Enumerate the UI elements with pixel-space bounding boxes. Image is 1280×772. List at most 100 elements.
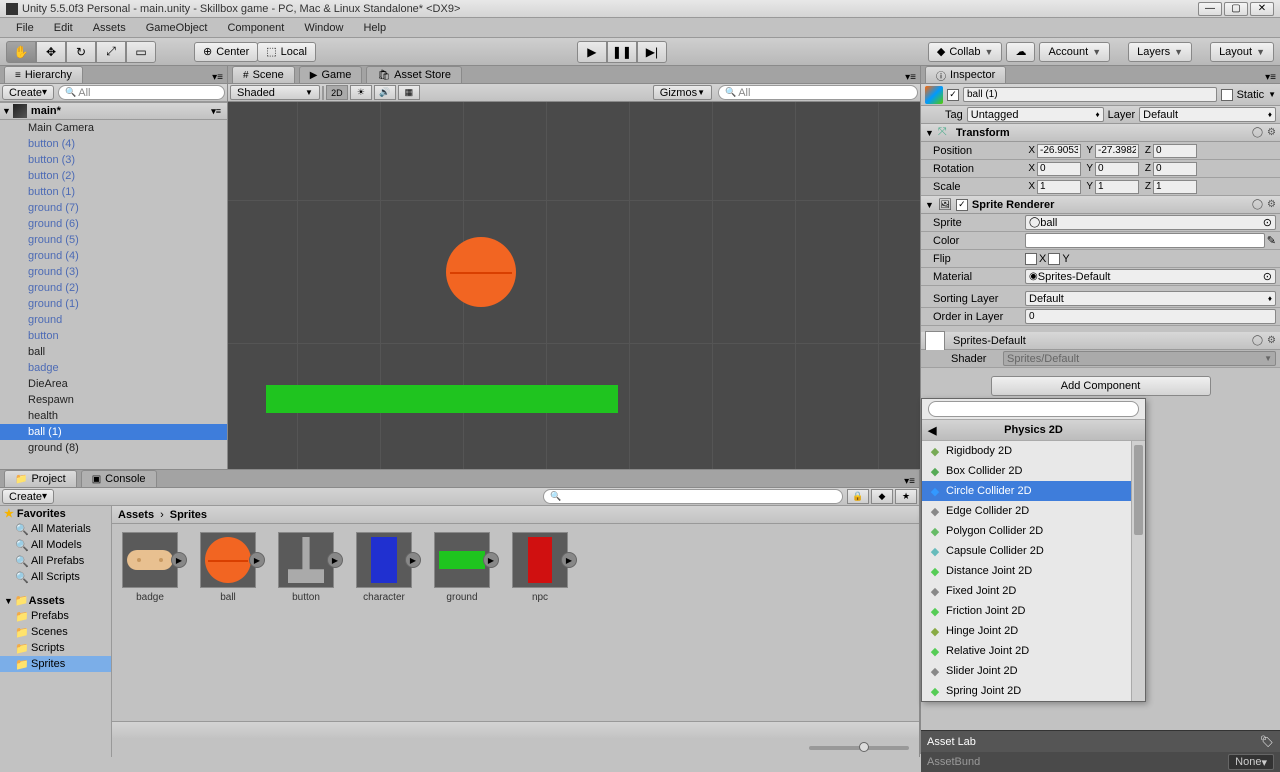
menu-help[interactable]: Help — [353, 22, 396, 34]
scale-tool[interactable]: ⤢ — [96, 41, 126, 63]
rect-tool[interactable]: ▭ — [126, 41, 156, 63]
tab-game[interactable]: ▶Game — [299, 66, 363, 83]
hierarchy-item[interactable]: Main Camera — [0, 120, 227, 136]
component-menu-item[interactable]: ◆Fixed Joint 2D — [922, 581, 1145, 601]
scene-header[interactable]: ▼ main* ▾≡ — [0, 102, 227, 120]
pos-x[interactable] — [1037, 144, 1081, 158]
gizmos-dropdown[interactable]: Gizmos ▼ — [653, 85, 712, 100]
close-button[interactable]: ✕ — [1250, 2, 1274, 16]
space-toggle[interactable]: ⬚ Local — [257, 42, 316, 62]
shader-dropdown[interactable]: Sprites/Default▼ — [1003, 351, 1276, 366]
layout-dropdown[interactable]: Layout ▼ — [1210, 42, 1274, 62]
component-menu-item[interactable]: ◆Polygon Collider 2D — [922, 521, 1145, 541]
static-checkbox[interactable] — [1221, 89, 1233, 101]
dropdown-scrollbar[interactable] — [1131, 441, 1145, 701]
material-help[interactable]: ◯ — [1252, 335, 1263, 346]
component-menu-item[interactable]: ◆Slider Joint 2D — [922, 661, 1145, 681]
project-search[interactable] — [543, 489, 843, 504]
tag-dropdown[interactable]: Untagged♦ — [967, 107, 1104, 122]
scale-y[interactable] — [1095, 180, 1139, 194]
pivot-toggle[interactable]: ⊕ Center — [194, 42, 258, 62]
tab-inspector[interactable]: ⓘInspector — [925, 66, 1006, 83]
component-menu-item[interactable]: ◆Circle Collider 2D — [922, 481, 1145, 501]
folder-item[interactable]: 📁Scripts — [0, 640, 111, 656]
eyedropper-icon[interactable]: ✎ — [1267, 234, 1276, 247]
component-menu-item[interactable]: ◆Spring Joint 2D — [922, 681, 1145, 701]
play-button[interactable]: ▶ — [577, 41, 607, 63]
favorite-item[interactable]: 🔍All Materials — [0, 521, 111, 537]
step-button[interactable]: ▶| — [637, 41, 667, 63]
material-settings[interactable]: ⚙ — [1267, 335, 1276, 346]
component-menu-item[interactable]: ◆Edge Collider 2D — [922, 501, 1145, 521]
component-menu-item[interactable]: ◆Rigidbody 2D — [922, 441, 1145, 461]
hierarchy-item[interactable]: button — [0, 328, 227, 344]
component-menu-item[interactable]: ◆Relative Joint 2D — [922, 641, 1145, 661]
add-component-button[interactable]: Add Component — [991, 376, 1211, 396]
scale-x[interactable] — [1037, 180, 1081, 194]
sr-settings[interactable]: ⚙ — [1267, 199, 1276, 210]
hierarchy-search[interactable]: All — [58, 85, 225, 100]
asset-item[interactable]: ▶badge — [120, 532, 180, 713]
asset-item[interactable]: ▶character — [354, 532, 414, 713]
hierarchy-options[interactable]: ▾≡ — [212, 72, 223, 83]
dropdown-back[interactable]: ◀ — [928, 424, 936, 437]
hierarchy-item[interactable]: ground (7) — [0, 200, 227, 216]
search-filter-2[interactable]: ◆ — [871, 489, 893, 504]
inspector-options[interactable]: ▾≡ — [1265, 72, 1276, 83]
2d-toggle[interactable]: 2D — [326, 85, 348, 100]
hierarchy-item[interactable]: ground (1) — [0, 296, 227, 312]
move-tool[interactable]: ✥ — [36, 41, 66, 63]
scale-z[interactable] — [1153, 180, 1197, 194]
gameobject-name[interactable] — [963, 87, 1217, 102]
hierarchy-item[interactable]: DieArea — [0, 376, 227, 392]
static-dropdown[interactable]: ▼ — [1268, 90, 1276, 99]
maximize-button[interactable]: ▢ — [1224, 2, 1248, 16]
hierarchy-item[interactable]: button (3) — [0, 152, 227, 168]
hierarchy-item[interactable]: button (4) — [0, 136, 227, 152]
minimize-button[interactable]: — — [1198, 2, 1222, 16]
menu-gameobject[interactable]: GameObject — [136, 22, 218, 34]
hierarchy-item[interactable]: ball — [0, 344, 227, 360]
hierarchy-item[interactable]: ground (4) — [0, 248, 227, 264]
active-checkbox[interactable]: ✓ — [947, 89, 959, 101]
hierarchy-item[interactable]: ground (6) — [0, 216, 227, 232]
hierarchy-item[interactable]: Respawn — [0, 392, 227, 408]
transform-fold[interactable]: ▼ — [925, 128, 934, 138]
breadcrumb-sprites[interactable]: Sprites — [170, 509, 207, 521]
rot-x[interactable] — [1037, 162, 1081, 176]
draw-mode-dropdown[interactable]: Shaded ▼ — [230, 85, 320, 100]
cloud-button[interactable]: ☁ — [1006, 42, 1035, 62]
folder-item[interactable]: 📁Sprites — [0, 656, 111, 672]
pos-z[interactable] — [1153, 144, 1197, 158]
scene-search[interactable]: All — [718, 85, 918, 100]
project-options[interactable]: ▾≡ — [904, 476, 915, 487]
component-menu-item[interactable]: ◆Distance Joint 2D — [922, 561, 1145, 581]
order-field[interactable] — [1025, 309, 1276, 324]
transform-help[interactable]: ◯ — [1252, 127, 1263, 138]
hierarchy-item[interactable]: ground (5) — [0, 232, 227, 248]
project-create[interactable]: Create ▾ — [2, 489, 54, 504]
tab-console[interactable]: ▣Console — [81, 470, 157, 487]
menu-component[interactable]: Component — [217, 22, 294, 34]
effects-toggle[interactable]: ▦ — [398, 85, 420, 100]
folder-item[interactable]: 📁Scenes — [0, 624, 111, 640]
audio-toggle[interactable]: 🔊 — [374, 85, 396, 100]
ground-sprite[interactable] — [266, 385, 618, 413]
component-menu-item[interactable]: ◆Friction Joint 2D — [922, 601, 1145, 621]
sprite-renderer-fold[interactable]: ▼ — [925, 200, 934, 210]
material-field[interactable]: ◉ Sprites-Default⊙ — [1025, 269, 1276, 284]
pos-y[interactable] — [1095, 144, 1139, 158]
hierarchy-create[interactable]: Create ▾ — [2, 85, 54, 100]
search-filter-1[interactable]: 🔒 — [847, 489, 869, 504]
save-filter[interactable]: ★ — [895, 489, 917, 504]
favorite-item[interactable]: 🔍All Models — [0, 537, 111, 553]
tab-hierarchy[interactable]: ≡Hierarchy — [4, 66, 83, 83]
hierarchy-item[interactable]: ground (3) — [0, 264, 227, 280]
tab-scene[interactable]: #Scene — [232, 66, 295, 83]
asset-item[interactable]: ▶npc — [510, 532, 570, 713]
flip-x-checkbox[interactable] — [1025, 253, 1037, 265]
hierarchy-item[interactable]: health — [0, 408, 227, 424]
hierarchy-item[interactable]: ball (1) — [0, 424, 227, 440]
favorite-item[interactable]: 🔍All Prefabs — [0, 553, 111, 569]
color-swatch[interactable] — [1025, 233, 1265, 248]
